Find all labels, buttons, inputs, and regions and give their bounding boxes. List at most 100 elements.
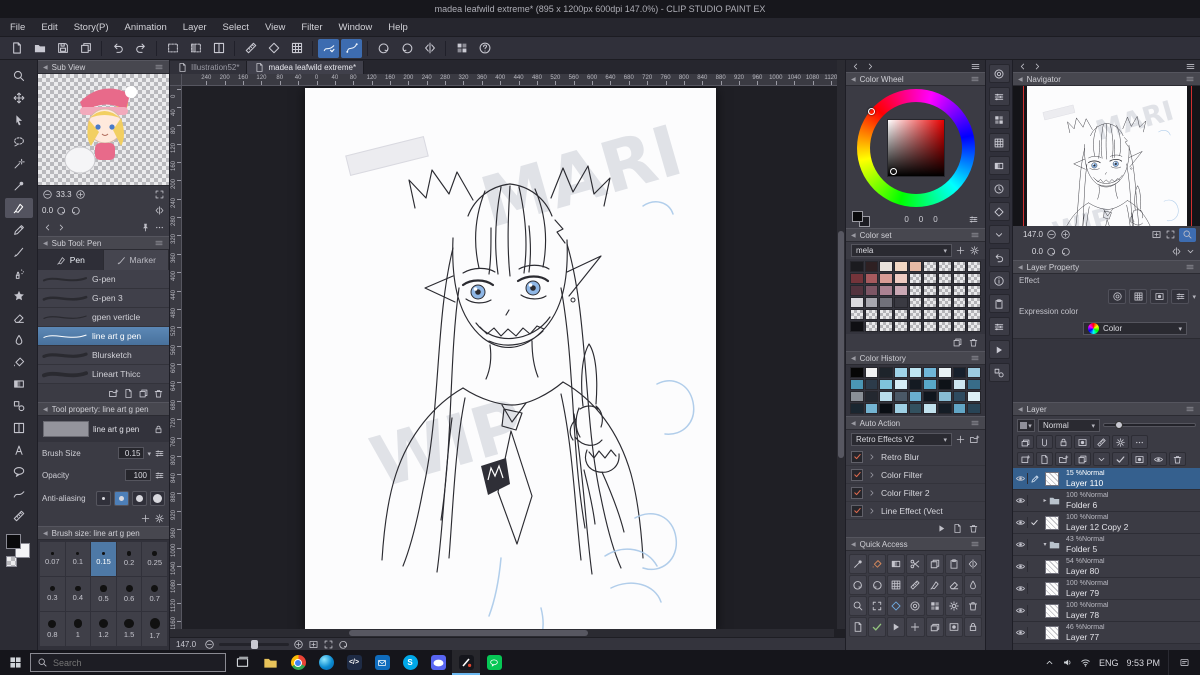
zoom-out-button[interactable] bbox=[204, 639, 215, 650]
color-set-header[interactable]: ◀ Color set bbox=[846, 228, 985, 242]
dock-color-wheel[interactable] bbox=[988, 64, 1010, 83]
dock-timeline[interactable] bbox=[988, 340, 1010, 359]
color-swatch[interactable] bbox=[864, 261, 879, 272]
snap-to-grid-button[interactable] bbox=[286, 39, 307, 58]
brush-size-0.6[interactable]: 0.6 bbox=[116, 577, 142, 611]
color-swatch[interactable] bbox=[850, 297, 864, 308]
visibility-eye-icon[interactable] bbox=[1013, 517, 1028, 528]
eraser-tool[interactable] bbox=[5, 308, 33, 328]
text-tool[interactable] bbox=[5, 440, 33, 460]
menu-item-select[interactable]: Select bbox=[223, 22, 249, 33]
pencil-tool[interactable] bbox=[5, 220, 33, 240]
layer-color-effect-button[interactable] bbox=[1150, 288, 1169, 304]
history-swatch[interactable] bbox=[952, 367, 967, 378]
color-swatch[interactable] bbox=[864, 285, 879, 296]
color-swatch[interactable] bbox=[850, 309, 864, 320]
dock-menu-icon[interactable] bbox=[1185, 61, 1196, 72]
layer-row-layer-77[interactable]: 46 %Normal Layer 77 bbox=[1013, 622, 1200, 644]
horizontal-scrollbar[interactable] bbox=[170, 629, 834, 637]
figure-tool[interactable] bbox=[5, 396, 33, 416]
visibility-eye-icon[interactable] bbox=[1013, 473, 1028, 484]
layer-thumbnail[interactable] bbox=[1041, 603, 1063, 618]
quick-access-item-3[interactable] bbox=[906, 554, 925, 574]
lasso-tool[interactable] bbox=[5, 132, 33, 152]
quick-access-item-24[interactable] bbox=[906, 617, 925, 637]
new-folder-button[interactable] bbox=[1055, 452, 1072, 466]
history-swatch[interactable] bbox=[952, 391, 967, 402]
expand-chevron-icon[interactable] bbox=[867, 470, 877, 480]
layer-thumbnail[interactable] bbox=[1041, 625, 1063, 640]
visibility-eye-icon[interactable] bbox=[1013, 561, 1028, 572]
settings-wrench-button[interactable] bbox=[154, 513, 165, 524]
color-swatch[interactable] bbox=[908, 297, 923, 308]
hue-marker[interactable] bbox=[868, 108, 875, 115]
expand-chevron-icon[interactable] bbox=[867, 452, 877, 462]
color-swatch[interactable] bbox=[879, 261, 893, 272]
color-swatch[interactable] bbox=[952, 297, 967, 308]
quick-access-item-5[interactable] bbox=[944, 554, 963, 574]
brush-item-g-pen-3[interactable]: G-pen 3 bbox=[38, 289, 169, 308]
color-swatch[interactable] bbox=[908, 261, 923, 272]
visibility-eye-icon[interactable] bbox=[1013, 583, 1028, 594]
history-swatch[interactable] bbox=[864, 391, 879, 402]
sv-marker[interactable] bbox=[890, 168, 897, 175]
help-button[interactable] bbox=[474, 39, 495, 58]
history-swatch[interactable] bbox=[908, 403, 923, 414]
color-swatch[interactable] bbox=[894, 309, 908, 320]
vertical-scrollbar[interactable] bbox=[837, 60, 845, 629]
sub-view-header[interactable]: ◀ Sub View bbox=[38, 60, 169, 74]
panel-menu-icon[interactable] bbox=[970, 74, 980, 84]
color-swatch[interactable] bbox=[952, 309, 967, 320]
brush-size-value[interactable]: 0.15 bbox=[118, 447, 145, 459]
editing-pen-icon[interactable] bbox=[1028, 474, 1041, 484]
skype-app-taskbar-button[interactable]: S bbox=[396, 650, 424, 675]
new-action-button[interactable] bbox=[952, 523, 963, 534]
sub-view-fit-button[interactable] bbox=[154, 189, 165, 200]
reset-rotation-button[interactable] bbox=[338, 639, 349, 650]
quick-access-item-15[interactable] bbox=[868, 596, 887, 616]
copy-setting-button[interactable] bbox=[138, 388, 149, 399]
color-swatch[interactable] bbox=[879, 297, 893, 308]
folder-icon[interactable]: ▸ bbox=[1041, 494, 1063, 507]
fg-bg-swatches[interactable] bbox=[852, 211, 874, 227]
extract-line-effect-button[interactable] bbox=[1171, 288, 1190, 304]
quick-access-item-11[interactable] bbox=[925, 575, 944, 595]
color-swatch[interactable] bbox=[923, 273, 937, 284]
fit-to-screen-button[interactable] bbox=[308, 639, 319, 650]
color-swatch[interactable] bbox=[967, 273, 981, 284]
color-swatch[interactable] bbox=[967, 309, 981, 320]
menu-item-layer[interactable]: Layer bbox=[183, 22, 207, 33]
layer-cmd-blend[interactable] bbox=[1017, 435, 1034, 449]
brush-size-1.5[interactable]: 1.5 bbox=[116, 612, 142, 646]
auto-action-set-select[interactable]: Retro Effects V2 bbox=[851, 432, 952, 446]
quick-access-item-10[interactable] bbox=[906, 575, 925, 595]
start-button[interactable] bbox=[0, 650, 30, 675]
transfer-layer-button[interactable] bbox=[1093, 452, 1110, 466]
expand-chevron-icon[interactable] bbox=[867, 506, 877, 516]
color-swatch[interactable] bbox=[864, 297, 879, 308]
brush-size-0.3[interactable]: 0.3 bbox=[40, 577, 65, 611]
code-app-taskbar-button[interactable]: </> bbox=[340, 650, 368, 675]
collapse-right-icon[interactable] bbox=[1032, 61, 1043, 72]
quick-access-item-6[interactable] bbox=[963, 554, 982, 574]
expression-color-select[interactable]: Color bbox=[1083, 321, 1187, 335]
layer-row-layer-12-copy-2[interactable]: 100 %Normal Layer 12 Copy 2 bbox=[1013, 512, 1200, 534]
deselect-button[interactable] bbox=[162, 39, 183, 58]
document-tab-illustration52[interactable]: Illustration52* bbox=[170, 61, 248, 74]
color-swatch[interactable] bbox=[908, 285, 923, 296]
new-setting-button[interactable] bbox=[123, 388, 134, 399]
zoom-in-button[interactable] bbox=[293, 639, 304, 650]
history-swatch[interactable] bbox=[908, 379, 923, 390]
new-document-button[interactable] bbox=[6, 39, 27, 58]
expand-chevron-icon[interactable] bbox=[867, 488, 877, 498]
drawing-canvas[interactable]: MARI WIP bbox=[305, 88, 716, 633]
duplicate-layer-button[interactable] bbox=[1074, 452, 1091, 466]
clock[interactable]: 9:53 PM bbox=[1126, 658, 1160, 668]
ruler-tool[interactable] bbox=[5, 506, 33, 526]
rotate-view-right-button[interactable] bbox=[396, 39, 417, 58]
document-tab-madea-leafwild[interactable]: madea leafwild extreme* bbox=[247, 61, 365, 74]
layer-row-layer-110[interactable]: 15 %Normal Layer 110 bbox=[1013, 468, 1200, 490]
quick-access-item-9[interactable] bbox=[887, 575, 906, 595]
sub-view-rotate-left-button[interactable] bbox=[56, 205, 67, 216]
sub-view-options-button[interactable] bbox=[154, 222, 165, 233]
